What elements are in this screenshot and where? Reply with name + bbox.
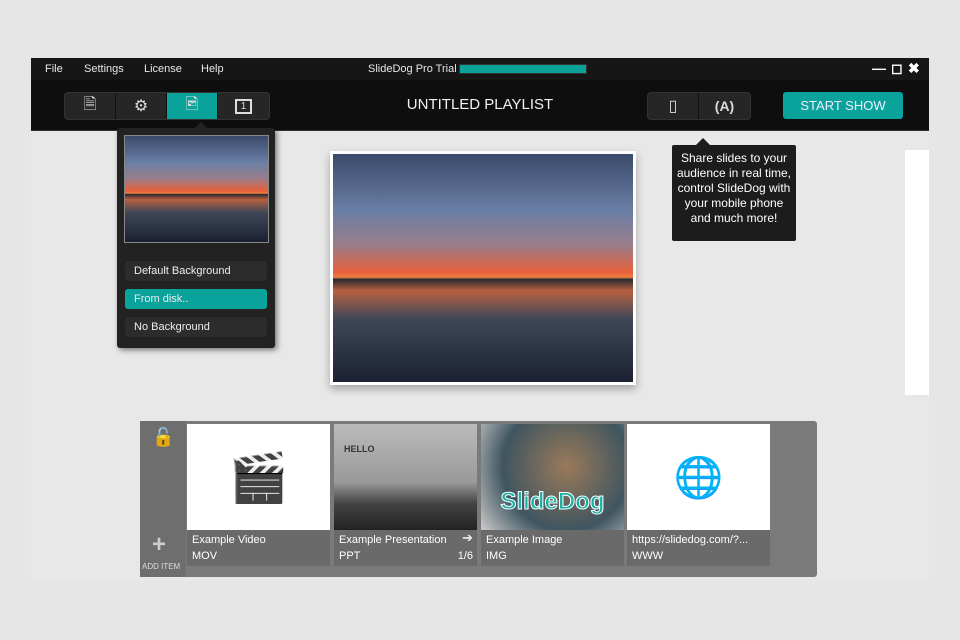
remote-controls: ▯ (A) xyxy=(647,92,751,120)
trial-progress-bar xyxy=(459,64,587,74)
menu-license[interactable]: License xyxy=(144,63,182,75)
option-default-background[interactable]: Default Background xyxy=(125,261,267,281)
item-thumbnail: 🎬 xyxy=(187,424,330,530)
app-window: File Settings License Help SlideDog Pro … xyxy=(31,58,929,581)
background-preview xyxy=(330,151,636,385)
close-icon[interactable]: ✖ xyxy=(908,60,920,77)
maximize-icon[interactable]: ◻ xyxy=(891,60,903,77)
globe-cursor-icon: 🌐 xyxy=(673,455,724,500)
app-title: SlideDog Pro Trial xyxy=(368,63,457,75)
mobile-phone-icon[interactable]: ▯ xyxy=(648,93,699,119)
unlock-icon[interactable]: 🔓 xyxy=(152,427,174,448)
item-thumbnail: SlideDog xyxy=(481,424,624,530)
strip-controls: 🔓 + ADD ITEM xyxy=(140,421,186,577)
background-dropdown: Default Background From disk.. No Backgr… xyxy=(117,122,275,348)
playlist-item[interactable]: 🌐 https://slidedog.com/?... WWW xyxy=(627,424,770,566)
arrow-right-icon[interactable]: ➔ xyxy=(462,530,473,546)
clapperboard-icon: 🎬 xyxy=(228,451,289,505)
menu-help[interactable]: Help xyxy=(201,63,224,75)
option-no-background[interactable]: No Background xyxy=(125,317,267,337)
item-thumbnail: 🌐 xyxy=(627,424,770,530)
toolbar: 🗎 ⚙ 🖻 1 UNTITLED PLAYLIST ▯ (A) START SH… xyxy=(31,80,929,131)
option-from-disk[interactable]: From disk.. xyxy=(125,289,267,309)
background-thumbnail xyxy=(124,135,269,243)
add-item-button[interactable]: ADD ITEM xyxy=(142,562,180,571)
share-tooltip: Share slides to your audience in real ti… xyxy=(672,138,796,241)
menu-settings[interactable]: Settings xyxy=(84,63,124,75)
page-count: 1/6 xyxy=(457,550,473,562)
playlist-item[interactable]: 🎬 Example Video MOV xyxy=(187,424,330,566)
plus-icon[interactable]: + xyxy=(152,531,166,559)
side-panel xyxy=(905,150,929,395)
playlist-item[interactable]: SlideDog Example Image IMG xyxy=(481,424,624,566)
playlist-item[interactable]: HELLO Example Presentation PPT ➔ 1/6 xyxy=(334,424,477,566)
start-show-button[interactable]: START SHOW xyxy=(783,92,903,119)
broadcast-icon[interactable]: (A) xyxy=(699,93,750,119)
minimize-icon[interactable]: — xyxy=(872,60,886,76)
playlist-strip: 🔓 + ADD ITEM 🎬 Example Video MOV HELLO E… xyxy=(140,421,817,577)
menu-file[interactable]: File xyxy=(45,63,63,75)
menu-bar: File Settings License Help SlideDog Pro … xyxy=(31,58,929,80)
item-thumbnail: HELLO xyxy=(334,424,477,530)
